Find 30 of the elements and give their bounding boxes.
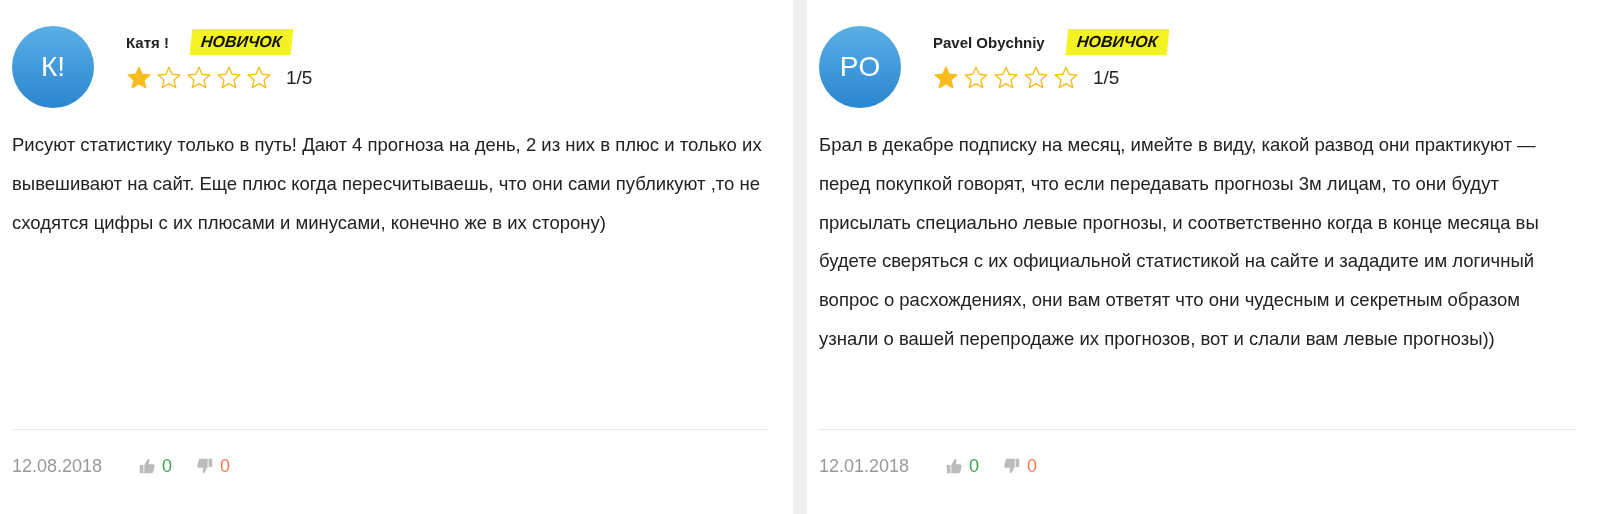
avatar: К!: [12, 26, 94, 108]
rank-badge: НОВИЧОК: [1065, 29, 1169, 55]
empty-star-icon: [156, 65, 182, 91]
thumbs-down-icon[interactable]: [1003, 457, 1022, 475]
empty-star-icon: [993, 65, 1019, 91]
like-count: 0: [969, 455, 980, 477]
review-date: 12.01.2018: [819, 455, 910, 477]
empty-star-icon: [216, 65, 242, 91]
empty-star-icon: [1053, 65, 1079, 91]
thumbs-up-icon[interactable]: [945, 457, 964, 475]
thumbs-up-icon[interactable]: [138, 457, 157, 475]
filled-star-icon: [933, 65, 959, 91]
rank-badge: НОВИЧОК: [189, 29, 293, 55]
like-count: 0: [162, 455, 173, 477]
thumbs-down-icon[interactable]: [196, 457, 215, 475]
empty-star-icon: [186, 65, 212, 91]
review-text: Рисуют статистику только в путь! Дают 4 прогноза на день, 2 из них в плюс и только их вывешивают на сайт. Еще плюс когда пересчитываешь, что они сами публикуют ,то не сходятся цифры с их плюсами и минусами, конечно же в их сторону): [12, 133, 763, 235]
review-text: Брал в декабре подписку на месяц, имейте в виду, какой развод они практикуют — перед покупкой говорят, что если передавать прогнозы 3м лицам, то они будут присылать специально левые прогнозы, и соответственно когда в конце месяца вы будете сверяться с их официальной статистикой на сайте и зададите им логичный вопрос о расхождениях, они вам ответят что они чудесным и секретным образом узнали о вашей перепродаже их прогнозов, вот и слали вам левые прогнозы)): [819, 133, 1540, 351]
rating-score: 1/5: [1093, 67, 1120, 89]
empty-star-icon: [246, 65, 272, 91]
dislike-count: 0: [1027, 455, 1038, 477]
empty-star-icon: [1023, 65, 1049, 91]
empty-star-icon: [963, 65, 989, 91]
avatar: PO: [819, 26, 901, 108]
review-date: 12.08.2018: [12, 455, 103, 477]
rating-score: 1/5: [286, 67, 313, 89]
user-name: Pavel Obychniy: [933, 33, 1045, 51]
dislike-count: 0: [220, 455, 231, 477]
filled-star-icon: [126, 65, 152, 91]
user-name: Катя !: [126, 33, 169, 51]
